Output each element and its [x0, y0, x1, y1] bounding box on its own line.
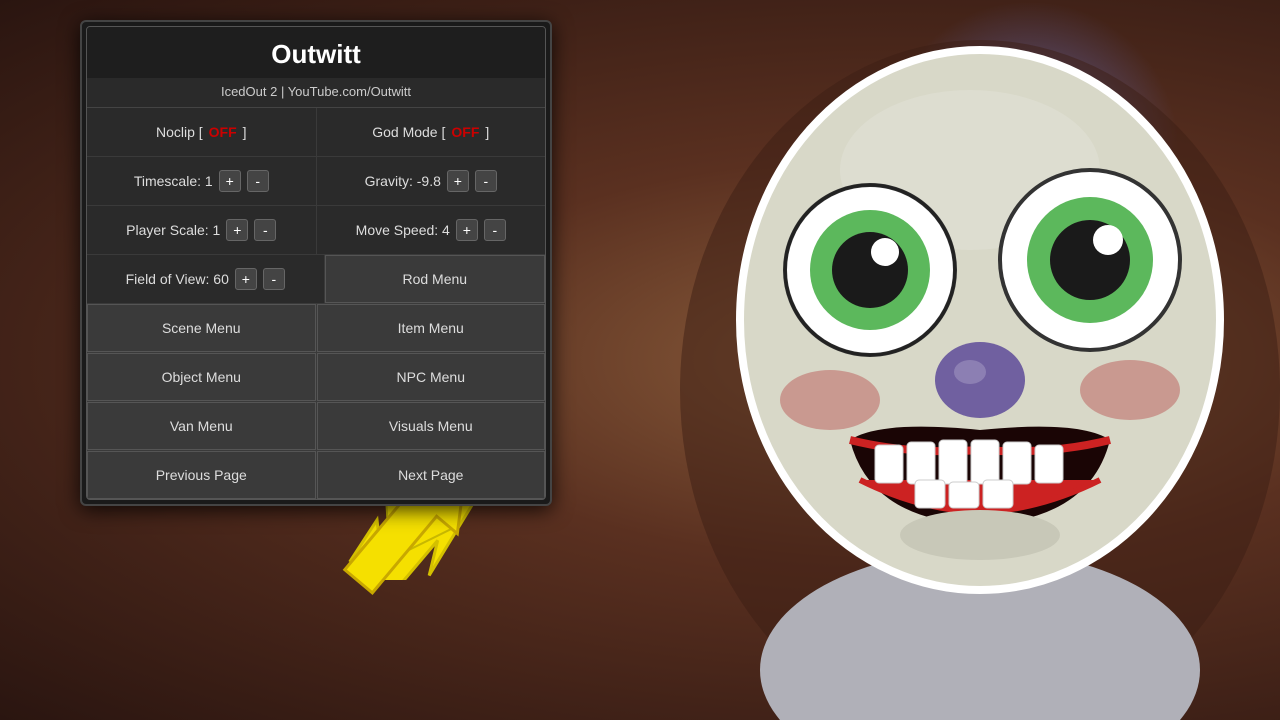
prev-page-cell[interactable]: Previous Page: [87, 451, 317, 499]
gravity-minus-button[interactable]: -: [475, 170, 497, 192]
fov-minus-button[interactable]: -: [263, 268, 285, 290]
row-scene-item: Scene Menu Item Menu: [87, 304, 545, 353]
player-scale-minus-button[interactable]: -: [254, 219, 276, 241]
timescale-plus-button[interactable]: +: [219, 170, 241, 192]
npc-menu-button[interactable]: NPC Menu: [317, 353, 546, 401]
godmode-label: God Mode [: [372, 124, 445, 140]
object-menu-button[interactable]: Object Menu: [87, 353, 316, 401]
clown-character: [530, 0, 1280, 720]
godmode-end: ]: [485, 124, 489, 140]
panel-title: Outwitt: [87, 27, 545, 78]
fov-cell: Field of View: 60 + -: [87, 255, 325, 303]
move-speed-plus-button[interactable]: +: [456, 219, 478, 241]
panel-wrapper: Outwitt IcedOut 2 | YouTube.com/Outwitt …: [80, 20, 552, 506]
player-scale-plus-button[interactable]: +: [226, 219, 248, 241]
scene-menu-button[interactable]: Scene Menu: [87, 304, 316, 352]
rod-menu-cell[interactable]: Rod Menu: [325, 255, 546, 303]
panel-subtitle: IcedOut 2 | YouTube.com/Outwitt: [87, 78, 545, 108]
object-menu-cell[interactable]: Object Menu: [87, 353, 317, 401]
row-pagination: Previous Page Next Page: [87, 451, 545, 499]
gravity-cell: Gravity: -9.8 + -: [317, 157, 546, 205]
row-timescale-gravity: Timescale: 1 + - Gravity: -9.8 + -: [87, 157, 545, 206]
scene-menu-cell[interactable]: Scene Menu: [87, 304, 317, 352]
item-menu-cell[interactable]: Item Menu: [317, 304, 546, 352]
timescale-cell: Timescale: 1 + -: [87, 157, 317, 205]
next-page-button[interactable]: Next Page: [317, 451, 546, 499]
prev-page-button[interactable]: Previous Page: [87, 451, 316, 499]
move-speed-label: Move Speed: 4: [356, 222, 450, 238]
noclip-end: ]: [243, 124, 247, 140]
godmode-status: OFF: [451, 124, 479, 140]
noclip-label: Noclip [: [156, 124, 203, 140]
visuals-menu-button[interactable]: Visuals Menu: [317, 402, 546, 450]
timescale-minus-button[interactable]: -: [247, 170, 269, 192]
npc-menu-cell[interactable]: NPC Menu: [317, 353, 546, 401]
player-scale-label: Player Scale: 1: [126, 222, 220, 238]
rod-menu-button[interactable]: Rod Menu: [325, 255, 546, 303]
van-menu-button[interactable]: Van Menu: [87, 402, 316, 450]
noclip-status: OFF: [209, 124, 237, 140]
panel-inner: Outwitt IcedOut 2 | YouTube.com/Outwitt …: [86, 26, 546, 500]
fov-plus-button[interactable]: +: [235, 268, 257, 290]
move-speed-minus-button[interactable]: -: [484, 219, 506, 241]
move-speed-cell: Move Speed: 4 + -: [317, 206, 546, 254]
panel-outer: Outwitt IcedOut 2 | YouTube.com/Outwitt …: [80, 20, 552, 506]
godmode-cell[interactable]: God Mode [ OFF]: [317, 108, 546, 156]
item-menu-button[interactable]: Item Menu: [317, 304, 546, 352]
fov-label: Field of View: 60: [126, 271, 229, 287]
row-scale-speed: Player Scale: 1 + - Move Speed: 4 + -: [87, 206, 545, 255]
next-page-cell[interactable]: Next Page: [317, 451, 546, 499]
row-van-visuals: Van Menu Visuals Menu: [87, 402, 545, 451]
timescale-label: Timescale: 1: [134, 173, 213, 189]
van-menu-cell[interactable]: Van Menu: [87, 402, 317, 450]
gravity-plus-button[interactable]: +: [447, 170, 469, 192]
row-toggles: Noclip [ OFF] God Mode [ OFF]: [87, 108, 545, 157]
row-object-npc: Object Menu NPC Menu: [87, 353, 545, 402]
player-scale-cell: Player Scale: 1 + -: [87, 206, 317, 254]
row-fov-rod: Field of View: 60 + - Rod Menu: [87, 255, 545, 304]
visuals-menu-cell[interactable]: Visuals Menu: [317, 402, 546, 450]
noclip-cell[interactable]: Noclip [ OFF]: [87, 108, 317, 156]
gravity-label: Gravity: -9.8: [365, 173, 441, 189]
